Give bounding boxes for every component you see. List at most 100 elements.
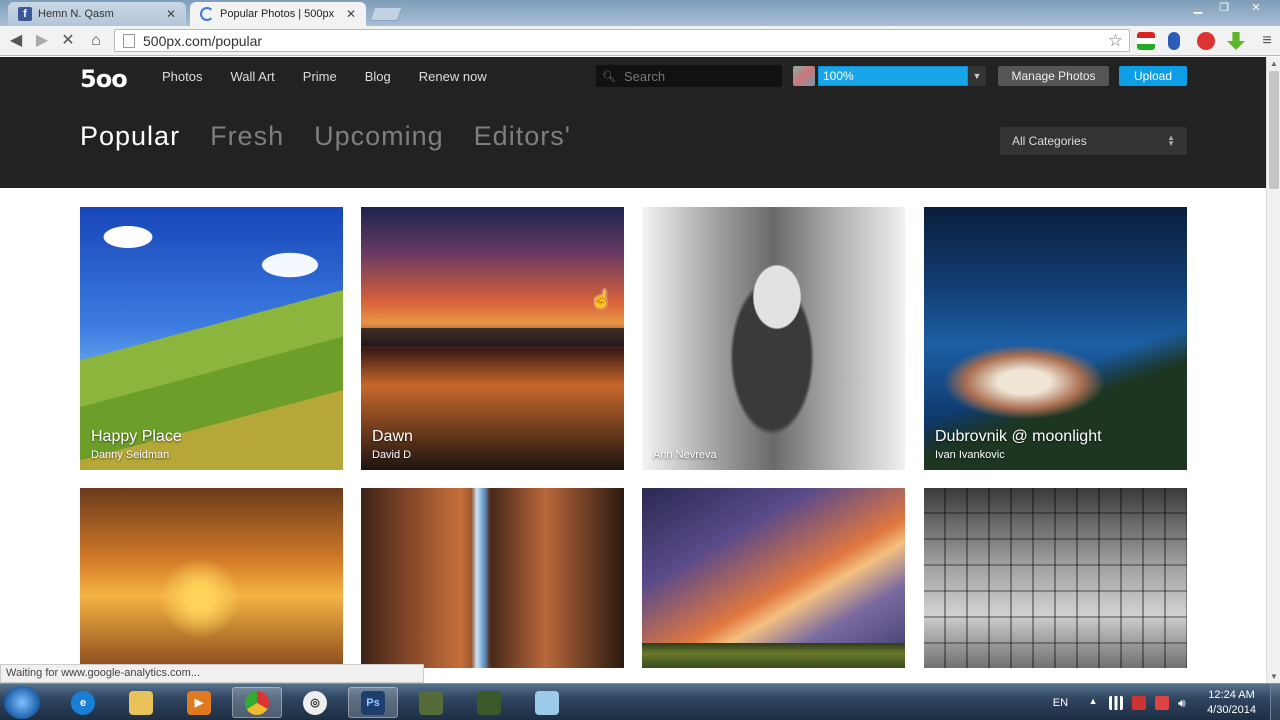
nav-blog[interactable]: Blog	[365, 69, 391, 84]
taskbar-app[interactable]	[464, 687, 514, 718]
adblock-icon[interactable]	[1197, 32, 1215, 50]
loading-spinner-icon	[200, 7, 214, 21]
photo-tile[interactable]	[924, 488, 1187, 668]
photo-caption: Ann Nevreva	[653, 446, 717, 461]
flag-icon[interactable]	[1132, 695, 1147, 710]
photo-author[interactable]: Danny Seidman	[91, 449, 182, 461]
chevron-down-icon[interactable]: ▼	[968, 66, 986, 86]
hand-cursor-icon: ☝	[590, 289, 613, 309]
taskbar-app[interactable]	[406, 687, 456, 718]
site-header: 5oo Photos Wall Art Prime Blog Renew now…	[0, 57, 1266, 188]
photo-tile[interactable]: Happy Place Danny Seidman	[80, 207, 343, 470]
photo-tile[interactable]	[642, 488, 905, 668]
signal-icon[interactable]	[1109, 695, 1124, 710]
tray-expand-icon[interactable]: ▲	[1086, 696, 1100, 710]
manage-photos-button[interactable]: Manage Photos	[998, 66, 1109, 86]
taskbar-app[interactable]	[522, 687, 572, 718]
photo-tile[interactable]: Ann Nevreva	[642, 207, 905, 470]
scroll-down-icon[interactable]: ▼	[1270, 672, 1278, 681]
photo-title[interactable]: Dubrovnik @ moonlight	[935, 428, 1102, 446]
tab-editors[interactable]: Editors'	[474, 121, 571, 152]
photoshop-icon: Ps	[361, 690, 385, 715]
photo-author[interactable]: David D	[372, 449, 413, 461]
search-input[interactable]	[623, 68, 774, 84]
taskbar-app-active[interactable]	[232, 687, 282, 718]
browser-tab-active[interactable]: Popular Photos | 500px ✕	[190, 2, 366, 26]
nav-wall-art[interactable]: Wall Art	[230, 69, 274, 84]
microphone-icon[interactable]	[1168, 32, 1180, 50]
scrollbar-thumb[interactable]	[1269, 71, 1279, 189]
flag-extension-icon[interactable]	[1137, 32, 1155, 50]
nav-photos[interactable]: Photos	[162, 69, 202, 84]
page-icon	[123, 33, 135, 48]
browser-tab[interactable]: f Hemn N. Qasm ✕	[8, 2, 186, 26]
feed-tabs: Popular Fresh Upcoming Editors'	[80, 121, 571, 152]
window-controls: ▁ ❐ ✕	[1186, 0, 1274, 16]
browser-tabstrip: f Hemn N. Qasm ✕ Popular Photos | 500px …	[0, 0, 1280, 26]
app-icon	[419, 690, 443, 715]
antivirus-icon[interactable]	[1155, 695, 1170, 710]
photo-tile[interactable]: Dubrovnik @ moonlight Ivan Ivankovic	[924, 207, 1187, 470]
address-bar[interactable]: 500px.com/popular ☆	[114, 29, 1130, 52]
maximize-icon[interactable]: ❐	[1212, 0, 1236, 16]
volume-icon[interactable]: 🔊︎	[1178, 696, 1192, 710]
category-select[interactable]: All Categories ▲ ▼	[1000, 127, 1187, 155]
clock-date: 4/30/2014	[1207, 703, 1256, 716]
photo-tile[interactable]: Dawn David D	[361, 207, 624, 470]
nav-prime[interactable]: Prime	[303, 69, 337, 84]
close-window-icon[interactable]: ✕	[1238, 0, 1274, 16]
stop-loading-icon[interactable]: ✕	[58, 31, 78, 51]
photo-title[interactable]: Happy Place	[91, 428, 182, 446]
tab-upcoming[interactable]: Upcoming	[314, 121, 444, 152]
photo-title[interactable]: Dawn	[372, 428, 413, 446]
search-icon: 🔍︎	[602, 70, 616, 83]
logo[interactable]: 5oo	[80, 65, 128, 93]
start-button[interactable]	[4, 686, 40, 719]
menu-icon[interactable]: ≡	[1257, 31, 1277, 51]
new-tab-button[interactable]	[369, 7, 403, 21]
upload-progress-bar: 100%	[818, 66, 968, 86]
scroll-up-icon[interactable]: ▲	[1270, 59, 1278, 68]
taskbar-app[interactable]: ◎	[290, 687, 340, 718]
avatar[interactable]	[793, 66, 815, 86]
photo-tile[interactable]	[361, 488, 624, 668]
show-desktop-button[interactable]	[1270, 684, 1280, 720]
download-icon[interactable]	[1227, 32, 1245, 50]
browser-status-bar: Waiting for www.google-analytics.com...	[0, 664, 424, 683]
windows-taskbar: e ▶ ◎ Ps EN ▲ 🔊︎ 12:24 AM 4/30/2014	[0, 683, 1280, 720]
taskbar-app[interactable]: e	[58, 687, 108, 718]
language-indicator[interactable]: EN	[1053, 697, 1068, 709]
nav-renew-now[interactable]: Renew now	[419, 69, 487, 84]
chrome-icon	[245, 690, 269, 715]
taskbar-app[interactable]: ▶	[174, 687, 224, 718]
tab-title: Hemn N. Qasm	[38, 8, 114, 20]
close-tab-icon[interactable]: ✕	[346, 7, 356, 21]
forward-icon[interactable]: ▶	[32, 31, 52, 51]
back-icon[interactable]: ◀	[6, 31, 26, 51]
upload-button[interactable]: Upload	[1119, 66, 1187, 86]
category-select-value: All Categories	[1012, 134, 1087, 148]
close-tab-icon[interactable]: ✕	[166, 7, 176, 21]
tab-fresh[interactable]: Fresh	[210, 121, 284, 152]
taskbar-app[interactable]: Ps	[348, 687, 398, 718]
taskbar-app[interactable]	[116, 687, 166, 718]
home-icon[interactable]: ⌂	[86, 31, 106, 51]
system-tray: EN ▲ 🔊︎ 12:24 AM 4/30/2014	[1053, 684, 1280, 720]
minimize-icon[interactable]: ▁	[1186, 0, 1210, 16]
clock[interactable]: 12:24 AM 4/30/2014	[1207, 688, 1256, 718]
media-player-icon: ▶	[187, 690, 211, 715]
app-icon	[535, 690, 559, 715]
photo-author[interactable]: Ann Nevreva	[653, 449, 717, 461]
photo-author[interactable]: Ivan Ivankovic	[935, 449, 1102, 461]
progress-label: 100%	[823, 69, 854, 83]
tab-title: Popular Photos | 500px	[220, 8, 335, 20]
facebook-icon: f	[18, 7, 32, 21]
page-scrollbar[interactable]: ▲ ▼	[1266, 57, 1280, 683]
photo-tile[interactable]	[80, 488, 343, 668]
photo-caption: Dubrovnik @ moonlight Ivan Ivankovic	[935, 428, 1102, 461]
star-icon[interactable]: ☆	[1108, 31, 1123, 51]
tab-popular[interactable]: Popular	[80, 121, 180, 152]
select-arrows-icon: ▲ ▼	[1167, 133, 1175, 148]
main-nav: Photos Wall Art Prime Blog Renew now	[162, 69, 487, 84]
internet-explorer-icon: e	[71, 690, 95, 715]
